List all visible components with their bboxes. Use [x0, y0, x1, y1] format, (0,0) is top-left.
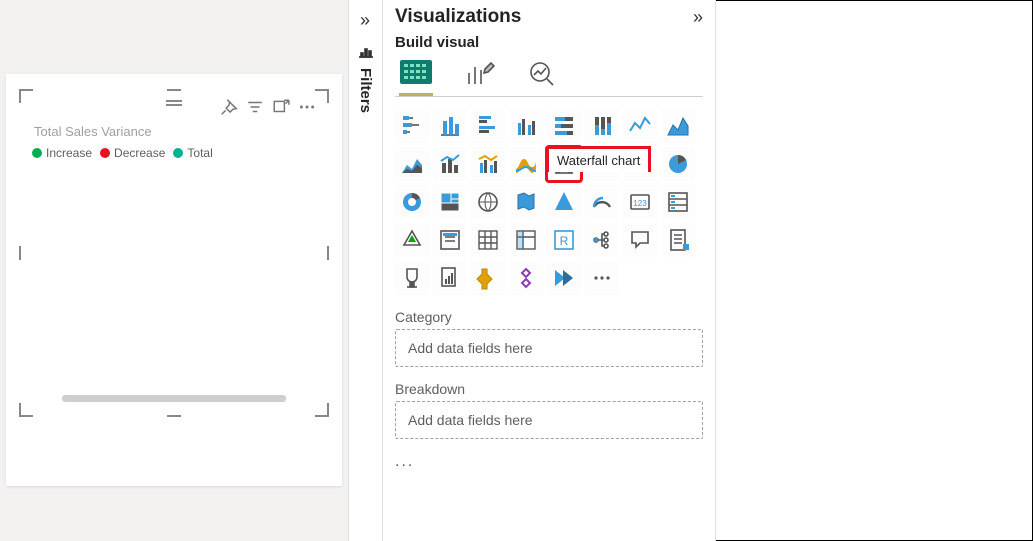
resize-handle-mb[interactable] — [167, 415, 181, 417]
viz-type-matrix[interactable] — [509, 223, 543, 257]
resize-handle-tr[interactable] — [315, 89, 329, 103]
legend-label: Increase — [46, 146, 92, 160]
viz-type-stacked-bar[interactable] — [395, 109, 429, 143]
visual-type-gallery: 123 R — [395, 109, 703, 295]
viz-type-ribbon[interactable] — [509, 147, 543, 181]
viz-type-gauge[interactable] — [585, 185, 619, 219]
viz-type-clustered-bar[interactable] — [471, 109, 505, 143]
viz-type-map[interactable] — [471, 185, 505, 219]
viz-type-area[interactable] — [661, 109, 695, 143]
viz-type-clustered-column[interactable] — [509, 109, 543, 143]
viz-type-line-clustered-column[interactable] — [471, 147, 505, 181]
expand-filters-icon[interactable]: « — [360, 10, 370, 39]
viz-type-100-stacked-bar[interactable] — [547, 109, 581, 143]
visual-legend: Increase Decrease Total — [32, 146, 213, 160]
more-fields-indicator[interactable]: ... — [395, 453, 703, 471]
visual-container[interactable]: Total Sales Variance Increase Decrease T… — [22, 92, 326, 414]
field-drop-breakdown[interactable]: Add data fields here — [395, 401, 703, 439]
collapse-visualizations-icon[interactable]: » — [693, 7, 703, 28]
viz-type-line-stacked-column[interactable] — [433, 147, 467, 181]
resize-handle-mt[interactable] — [167, 89, 181, 91]
drag-grip-icon[interactable] — [166, 100, 182, 106]
viz-type-paginated[interactable] — [661, 223, 695, 257]
viz-type-r-visual[interactable]: R — [547, 223, 581, 257]
field-label-breakdown: Breakdown — [395, 381, 703, 397]
viz-type-pie[interactable] — [661, 147, 695, 181]
resize-handle-ml[interactable] — [19, 246, 21, 260]
filters-icon — [358, 45, 374, 62]
legend-item-total[interactable]: Total — [173, 146, 212, 160]
resize-handle-mr[interactable] — [327, 246, 329, 260]
viz-type-donut[interactable] — [395, 185, 429, 219]
visual-title: Total Sales Variance — [34, 124, 152, 139]
legend-label: Total — [187, 146, 212, 160]
viz-type-card[interactable]: 123 — [623, 185, 657, 219]
tooltip-waterfall: Waterfall chart — [546, 146, 651, 172]
build-visual-subtitle: Build visual — [395, 34, 703, 51]
viz-type-qanda[interactable] — [623, 223, 657, 257]
viz-type-narrative[interactable] — [509, 261, 543, 295]
viz-type-100-stacked-column[interactable] — [585, 109, 619, 143]
viz-type-table[interactable] — [471, 223, 505, 257]
viz-type-multi-row-card[interactable] — [661, 185, 695, 219]
legend-item-decrease[interactable]: Decrease — [100, 146, 165, 160]
legend-swatch-total — [173, 148, 183, 158]
viz-type-power-automate[interactable] — [547, 261, 581, 295]
tab-build-visual[interactable] — [399, 59, 433, 96]
legend-label: Decrease — [114, 146, 165, 160]
focus-mode-icon[interactable] — [272, 98, 290, 116]
viz-type-python-visual[interactable] — [433, 261, 467, 295]
viz-type-treemap[interactable] — [433, 185, 467, 219]
resize-handle-tl[interactable] — [19, 89, 33, 103]
viz-type-key-influencers[interactable] — [471, 261, 505, 295]
legend-item-increase[interactable]: Increase — [32, 146, 92, 160]
visualizations-title: Visualizations — [395, 6, 521, 28]
field-wells: Category Add data fields here Breakdown … — [395, 309, 703, 471]
viz-type-azure-map[interactable] — [547, 185, 581, 219]
filters-pane-collapsed: « Filters — [349, 0, 383, 541]
viz-tabs — [395, 59, 703, 97]
resize-handle-br[interactable] — [315, 403, 329, 417]
viz-type-slicer[interactable] — [433, 223, 467, 257]
filter-icon[interactable] — [246, 98, 264, 116]
svg-text:R: R — [560, 234, 569, 248]
more-options-icon[interactable] — [298, 98, 316, 116]
viz-type-line[interactable] — [623, 109, 657, 143]
pin-icon[interactable] — [220, 98, 238, 116]
filters-pane-label[interactable]: Filters — [357, 68, 374, 113]
viz-type-stacked-area[interactable] — [395, 147, 429, 181]
viz-type-goals[interactable] — [395, 261, 429, 295]
viz-type-kpi[interactable] — [395, 223, 429, 257]
field-drop-category[interactable]: Add data fields here — [395, 329, 703, 367]
horizontal-scrollbar[interactable] — [62, 395, 286, 402]
legend-swatch-decrease — [100, 148, 110, 158]
legend-swatch-increase — [32, 148, 42, 158]
tab-analytics[interactable] — [527, 59, 557, 96]
svg-text:123: 123 — [633, 199, 647, 208]
report-canvas-background: Total Sales Variance Increase Decrease T… — [0, 0, 349, 541]
tab-format-visual[interactable] — [465, 59, 495, 96]
visualizations-pane: Visualizations » Build visual 123 R Categ… — [383, 0, 716, 541]
visual-header-toolbar — [220, 98, 316, 116]
viz-type-filled-map[interactable] — [509, 185, 543, 219]
viz-type-decomposition-tree[interactable] — [585, 223, 619, 257]
resize-handle-bl[interactable] — [19, 403, 33, 417]
viz-type-stacked-column[interactable] — [433, 109, 467, 143]
field-label-category: Category — [395, 309, 703, 325]
viz-type-more-visuals[interactable] — [585, 261, 619, 295]
